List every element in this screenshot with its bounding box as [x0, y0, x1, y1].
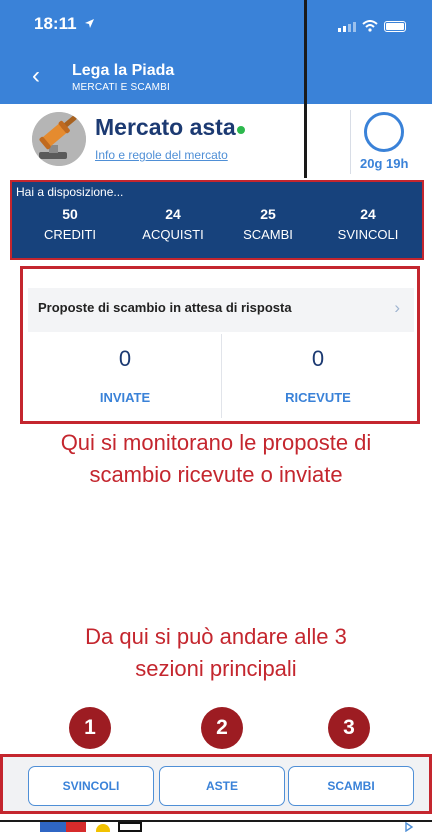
signal-icon [338, 21, 356, 32]
battery-icon [384, 20, 406, 32]
nav-subtitle: MERCATI E SCAMBI [72, 82, 171, 93]
proposals-received-count: 0 [311, 346, 325, 371]
proposals-sent-label: INVIATE [99, 390, 151, 405]
proposals-sent-count: 0 [118, 346, 132, 371]
proposals-header-row[interactable]: Proposte di scambio in attesa di rispost… [28, 288, 414, 332]
ad-choices-icon[interactable] [404, 822, 414, 832]
tab-svincoli[interactable]: SVINCOLI [28, 766, 154, 806]
chevron-right-icon: › [394, 298, 400, 317]
nav-bar: ‹ Lega la Piada MERCATI E SCAMBI [0, 50, 432, 104]
wifi-icon [362, 20, 378, 32]
availability-caption: CREDITI [44, 227, 96, 242]
proposals-header-label: Proposte di scambio in attesa di rispost… [38, 300, 292, 315]
step-badge-2: 2 [201, 707, 243, 749]
availability-value: 24 [165, 206, 181, 222]
annotation-line [304, 0, 307, 178]
location-arrow-icon [85, 19, 94, 28]
market-title: Mercato asta [95, 114, 236, 140]
availability-item-svincoli: 24 SVINCOLI [318, 206, 418, 242]
ad-logo-block [66, 822, 86, 832]
status-time: 18:11 [34, 14, 77, 33]
availability-value: 25 [260, 206, 276, 222]
tab-scambi[interactable]: SCAMBI [288, 766, 414, 806]
header-divider [350, 110, 351, 174]
availability-caption: SCAMBI [243, 227, 293, 242]
step-badge-3: 3 [328, 707, 370, 749]
availability-label: Hai a disposizione... [16, 185, 124, 199]
nav-title: Lega la Piada [72, 62, 175, 79]
availability-item-acquisti: 24 ACQUISTI [123, 206, 223, 242]
availability-item-scambi: 25 SCAMBI [218, 206, 318, 242]
proposals-received[interactable]: 0 RICEVUTE [222, 334, 414, 418]
annotation-proposals-line2: scambio ricevute o inviate [89, 462, 343, 487]
availability-caption: ACQUISTI [142, 227, 204, 242]
availability-value: 24 [360, 206, 376, 222]
countdown-text: 20g 19h [360, 156, 409, 171]
back-chevron-icon[interactable]: ‹ [32, 64, 40, 88]
availability-panel: Hai a disposizione... 50 CREDITI 24 ACQU… [10, 180, 424, 260]
annotation-sections-line1: Da qui si può andare alle 3 [85, 624, 347, 649]
availability-value: 50 [62, 206, 78, 222]
proposals-sent[interactable]: 0 INVIATE [29, 334, 221, 418]
status-icons [338, 20, 406, 32]
ad-logo-box [118, 822, 142, 832]
ad-banner[interactable] [0, 822, 432, 832]
gavel-icon [32, 112, 86, 166]
tab-aste[interactable]: ASTE [159, 766, 285, 806]
ad-logo-block [40, 822, 66, 832]
status-bar: 18:11 [0, 0, 432, 50]
annotation-proposals-line1: Qui si monitorano le proposte di [60, 430, 372, 455]
market-rules-link[interactable]: Info e regole del mercato [95, 148, 228, 162]
proposals-received-label: RICEVUTE [285, 390, 351, 405]
step-badge-1: 1 [69, 707, 111, 749]
ad-logo-circle [96, 824, 110, 832]
status-dot [237, 126, 245, 134]
availability-caption: SVINCOLI [337, 227, 399, 242]
availability-item-crediti: 50 CREDITI [20, 206, 120, 242]
countdown-ring [364, 112, 404, 152]
annotation-sections-line2: sezioni principali [135, 656, 297, 681]
